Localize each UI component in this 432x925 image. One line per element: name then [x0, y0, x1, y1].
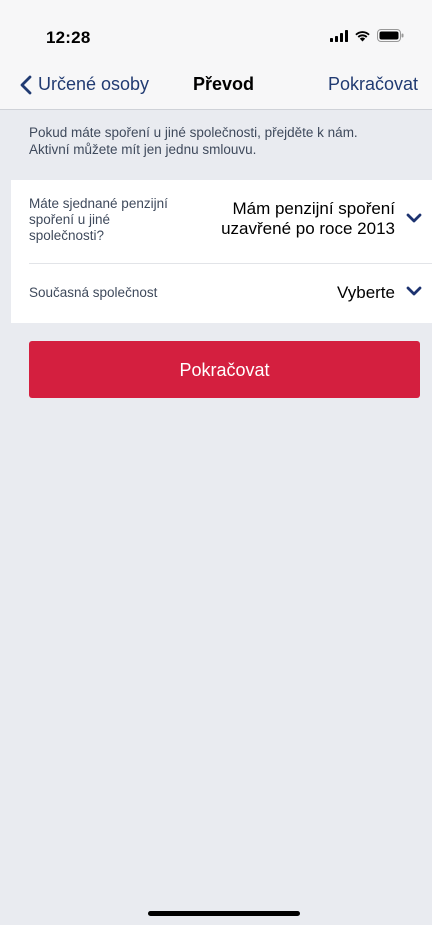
battery-icon	[377, 29, 404, 42]
page-title: Převod	[193, 74, 255, 94]
status-icons	[330, 29, 404, 42]
signal-icon	[330, 29, 348, 42]
current-company-select[interactable]: Současná společnost Vyberte	[29, 264, 432, 323]
value-line: uzavřené po roce 2013	[221, 219, 395, 238]
home-indicator[interactable]	[148, 911, 300, 916]
chevron-down-icon[interactable]	[406, 213, 422, 223]
info-text: Pokud máte spoření u jiné společnosti, p…	[29, 124, 409, 158]
value-line: Mám penzijní spoření	[232, 199, 395, 218]
back-button[interactable]: Určené osoby	[20, 74, 149, 95]
chevron-down-icon[interactable]	[406, 286, 422, 296]
existing-savings-select[interactable]: Máte sjednané penzijní spoření u jiné sp…	[29, 180, 432, 264]
chevron-left-icon	[20, 75, 32, 94]
info-text-line: Pokud máte spoření u jiné společnosti, p…	[29, 125, 358, 140]
transfer-form: Máte sjednané penzijní spoření u jiné sp…	[11, 180, 432, 323]
continue-button[interactable]: Pokračovat	[29, 341, 420, 398]
status-time: 12:28	[46, 28, 91, 47]
current-company-value[interactable]: Vyberte	[337, 283, 395, 303]
label-line: společnosti?	[29, 228, 105, 243]
app-screen: 12:28 Určené osoby Převod Pokračovat Pok…	[0, 0, 432, 925]
current-company-label: Současná společnost	[29, 285, 158, 300]
wifi-icon	[355, 30, 370, 41]
existing-savings-label: Máte sjednané penzijní spoření u jiné sp…	[29, 196, 194, 244]
back-button-label: Určené osoby	[38, 74, 150, 94]
info-text-line: Aktivní můžete mít jen jednu smlouvu.	[29, 142, 257, 157]
continue-nav-button[interactable]: Pokračovat	[328, 74, 418, 95]
navigation-bar: Určené osoby Převod Pokračovat	[0, 62, 432, 110]
label-line: Máte sjednané penzijní	[29, 196, 168, 211]
label-line: spoření u jiné	[29, 212, 111, 227]
existing-savings-value[interactable]: Mám penzijní spoření uzavřené po roce 20…	[205, 199, 395, 239]
status-bar: 12:28	[0, 0, 432, 62]
